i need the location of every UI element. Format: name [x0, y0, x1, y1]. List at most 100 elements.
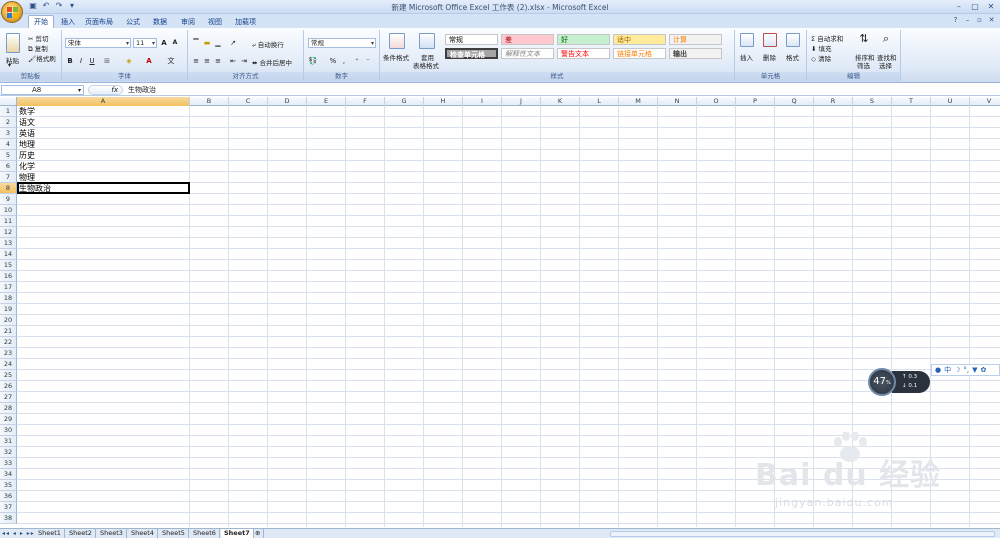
row-header-14[interactable]: 14 [0, 249, 17, 260]
ime-settings-icon[interactable]: ✿ [981, 366, 987, 374]
row-header-7[interactable]: 7 [0, 172, 17, 183]
column-header-i[interactable]: I [463, 97, 502, 106]
column-header-e[interactable]: E [307, 97, 346, 106]
column-header-s[interactable]: S [853, 97, 892, 106]
conditional-format-button[interactable]: 条件格式 [383, 52, 409, 62]
row-header-21[interactable]: 21 [0, 326, 17, 337]
insert-cells-icon[interactable] [740, 33, 754, 47]
column-header-f[interactable]: F [346, 97, 385, 106]
cell-style-6[interactable]: 解释性文本 [501, 48, 554, 59]
column-header-c[interactable]: C [229, 97, 268, 106]
active-cell-cursor[interactable] [17, 182, 190, 194]
ime-shirt-icon[interactable]: ▼ [972, 366, 977, 374]
tab-home[interactable]: 开始 [28, 15, 54, 28]
sheet-tab-7[interactable]: Sheet7 [221, 529, 254, 538]
paste-dropdown-icon[interactable]: ▾ [8, 62, 11, 69]
cell-a6[interactable]: 化学 [19, 161, 35, 172]
wrap-text-button[interactable]: ⤶ 自动换行 [252, 39, 284, 50]
phonetic-icon[interactable]: 文 [166, 56, 176, 66]
number-format-select[interactable]: 常规 [308, 38, 376, 48]
row-header-10[interactable]: 10 [0, 205, 17, 216]
align-center-icon[interactable]: ≡ [202, 56, 212, 66]
font-name-select[interactable]: 宋体 [65, 38, 131, 48]
ime-logo-icon[interactable]: ● [935, 366, 941, 374]
fill-color-icon[interactable]: ◈ [124, 56, 134, 66]
row-header-25[interactable]: 25 [0, 370, 17, 381]
row-header-5[interactable]: 5 [0, 150, 17, 161]
memory-gauge[interactable]: 47% [868, 368, 896, 396]
column-header-d[interactable]: D [268, 97, 307, 106]
fill-button[interactable]: ⬇ 填充 [811, 43, 832, 53]
row-header-16[interactable]: 16 [0, 271, 17, 282]
binoculars-icon[interactable]: ⌕ [879, 33, 893, 48]
font-color-icon[interactable]: A [144, 56, 154, 66]
column-header-k[interactable]: K [541, 97, 580, 106]
sheet-tab-6[interactable]: Sheet6 [190, 529, 220, 538]
cell-style-7[interactable]: 警告文本 [557, 48, 610, 59]
name-box[interactable]: A8 [1, 85, 84, 95]
row-header-27[interactable]: 27 [0, 392, 17, 403]
row-header-11[interactable]: 11 [0, 216, 17, 227]
row-header-34[interactable]: 34 [0, 469, 17, 480]
row-header-35[interactable]: 35 [0, 480, 17, 491]
row-header-31[interactable]: 31 [0, 436, 17, 447]
row-header-15[interactable]: 15 [0, 260, 17, 271]
currency-icon[interactable]: 💱 [308, 56, 318, 66]
cell-style-1[interactable]: 差 [501, 34, 554, 45]
tab-addins[interactable]: 加载项 [230, 16, 261, 28]
bold-icon[interactable]: B [65, 56, 75, 66]
tab-page-layout[interactable]: 页面布局 [80, 16, 118, 28]
row-header-2[interactable]: 2 [0, 117, 17, 128]
ime-lang-icon[interactable]: 中 [944, 365, 951, 375]
delete-cells-icon[interactable] [763, 33, 777, 47]
row-header-8[interactable]: 8 [0, 183, 17, 194]
decrease-decimal-icon[interactable]: ⁻ [363, 56, 373, 66]
row-header-12[interactable]: 12 [0, 227, 17, 238]
cell-a4[interactable]: 地理 [19, 139, 35, 150]
cell-a3[interactable]: 英语 [19, 128, 35, 139]
comma-icon[interactable]: , [339, 56, 349, 66]
format-button[interactable]: 格式 [786, 52, 799, 62]
border-icon[interactable]: ⊞ [102, 56, 112, 66]
column-header-a[interactable]: A [17, 97, 190, 106]
column-header-j[interactable]: J [502, 97, 541, 106]
decrease-indent-icon[interactable]: ⇤ [228, 56, 238, 66]
column-header-o[interactable]: O [697, 97, 736, 106]
column-header-q[interactable]: Q [775, 97, 814, 106]
column-header-v[interactable]: V [970, 97, 1000, 106]
cell-style-0[interactable]: 常规 [445, 34, 498, 45]
merge-center-button[interactable]: ⬌ 合并后居中 [252, 57, 292, 67]
cut-button[interactable]: ✂ 剪切 [28, 33, 49, 43]
column-header-u[interactable]: U [931, 97, 970, 106]
row-header-30[interactable]: 30 [0, 425, 17, 436]
cell-style-5[interactable]: 检查单元格 [445, 48, 498, 59]
tab-view[interactable]: 视图 [203, 16, 227, 28]
format-as-table-icon[interactable] [419, 33, 435, 49]
row-header-18[interactable]: 18 [0, 293, 17, 304]
sort-filter-icon[interactable]: ⇅ [857, 33, 871, 48]
formula-input[interactable]: 生物政治 [128, 85, 156, 95]
clear-button[interactable]: ◇ 清除 [811, 53, 831, 63]
delete-button[interactable]: 删除 [763, 52, 776, 62]
row-header-13[interactable]: 13 [0, 238, 17, 249]
row-header-33[interactable]: 33 [0, 458, 17, 469]
sheet-tab-5[interactable]: Sheet5 [159, 529, 189, 538]
maximize-icon[interactable]: ▢ [968, 1, 982, 12]
row-header-23[interactable]: 23 [0, 348, 17, 359]
orientation-icon[interactable]: ↗ [228, 38, 238, 48]
insert-sheet-icon[interactable]: ⊕ [252, 529, 265, 538]
horizontal-scrollbar[interactable] [610, 531, 995, 537]
row-header-1[interactable]: 1 [0, 106, 17, 117]
column-header-h[interactable]: H [424, 97, 463, 106]
help-icon[interactable]: ? [951, 16, 960, 25]
font-size-select[interactable]: 11 [133, 38, 157, 48]
row-header-36[interactable]: 36 [0, 491, 17, 502]
cell-style-4[interactable]: 计算 [669, 34, 722, 45]
cell-a1[interactable]: 数学 [19, 106, 35, 117]
cell-a5[interactable]: 历史 [19, 150, 35, 161]
row-header-29[interactable]: 29 [0, 414, 17, 425]
column-header-r[interactable]: R [814, 97, 853, 106]
office-button[interactable] [1, 1, 23, 23]
paste-icon[interactable] [6, 33, 20, 53]
row-header-4[interactable]: 4 [0, 139, 17, 150]
